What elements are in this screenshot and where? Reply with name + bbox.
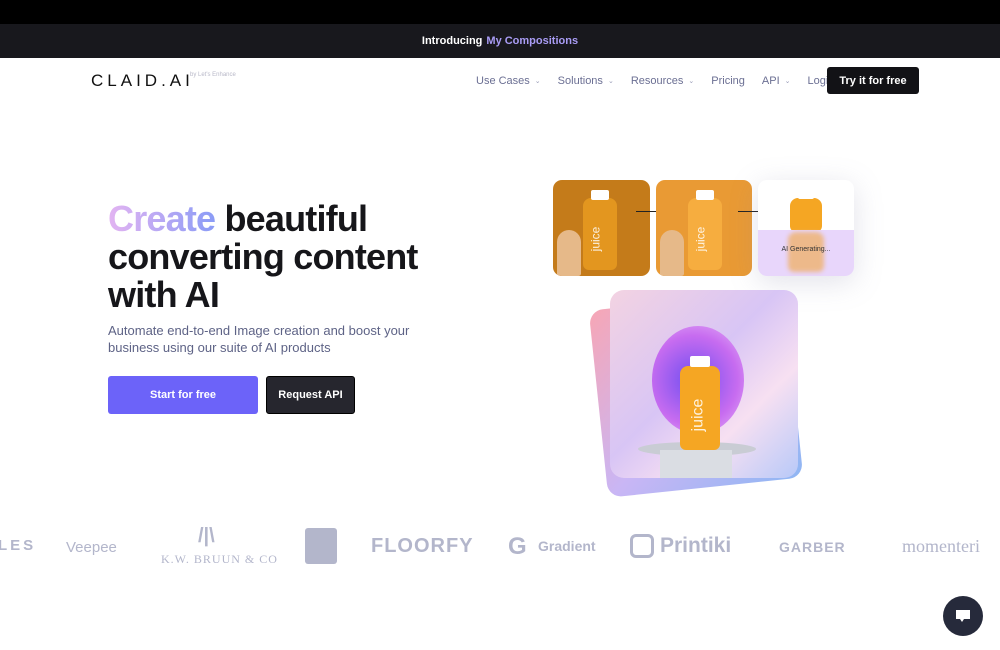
- logo-gradient: Gradient: [538, 538, 596, 554]
- nav-item-use-cases[interactable]: Use Cases ⌄: [476, 75, 541, 87]
- logo[interactable]: CLAID.AI: [91, 71, 194, 91]
- logo-subtitle: by Let's Enhance: [190, 72, 236, 78]
- bottle-cap: [696, 190, 714, 200]
- bottle-label: juice: [693, 226, 708, 252]
- nav-label: Pricing: [711, 75, 745, 87]
- original-photo-card: juice: [553, 180, 650, 276]
- headline-highlight: Create: [108, 198, 216, 239]
- announcement-link[interactable]: My Compositions: [486, 35, 578, 47]
- logo-printiki: Printiki: [660, 534, 732, 557]
- hero-headline: Create beautiful converting content with…: [108, 200, 468, 314]
- logo-garber: GARBER: [779, 539, 846, 555]
- bottle-cap: [798, 190, 814, 199]
- hero-subtitle: Automate end-to-end Image creation and b…: [108, 323, 410, 355]
- enhanced-photo-card: juice: [656, 180, 752, 276]
- bottle-label: juice: [588, 226, 603, 252]
- logo-floorfy: FLOORFY: [371, 535, 474, 557]
- headline-part-3: with AI: [108, 274, 220, 315]
- bottle-cap: [690, 356, 710, 367]
- chat-button[interactable]: [943, 596, 983, 636]
- nav-label: Use Cases: [476, 75, 530, 87]
- browser-top-bar: [0, 0, 1000, 24]
- ai-generating-label: AI Generating...: [781, 246, 831, 253]
- logo-ferienhaus: [305, 528, 337, 564]
- nav-menu: Use Cases ⌄ Solutions ⌄ Resources ⌄ Pricing…: [476, 58, 851, 104]
- ai-generating-card: AI Generating...: [758, 180, 854, 276]
- hand-image: [660, 230, 684, 276]
- nav-item-pricing[interactable]: Pricing: [711, 75, 745, 87]
- bottle-cap: [591, 190, 609, 200]
- chat-bubble-icon: [956, 610, 970, 622]
- bottle-label: juice: [689, 398, 707, 432]
- chevron-down-icon: ⌄: [607, 78, 614, 85]
- logo-kwbruun-mark: /|\: [198, 525, 215, 547]
- chevron-down-icon: ⌄: [688, 78, 695, 85]
- logo-kwbruun: K.W. BRUUN & CO: [161, 552, 278, 566]
- nav-label: API: [761, 75, 780, 87]
- announcement-bar[interactable]: Introducing My Compositions: [0, 24, 1000, 58]
- start-free-button[interactable]: Start for free: [108, 376, 258, 414]
- hand-image: [557, 230, 581, 276]
- headline-part-1: beautiful: [215, 198, 368, 239]
- result-card: juice: [610, 290, 798, 478]
- navbar: CLAID.AI by Let's Enhance Use Cases ⌄ Sol…: [0, 58, 1000, 104]
- try-free-button[interactable]: Try it for free: [827, 67, 919, 94]
- nav-label: Solutions: [557, 75, 603, 87]
- announcement-prefix: Introducing: [421, 35, 483, 47]
- pedestal-base: [660, 450, 732, 478]
- chevron-down-icon: ⌄: [534, 78, 541, 85]
- nav-item-api[interactable]: API ⌄: [762, 75, 791, 87]
- nav-label: Resources: [630, 75, 684, 87]
- logo-momenteri: momenteri: [902, 536, 980, 556]
- bottle-image: [790, 198, 822, 232]
- request-api-button[interactable]: Request API: [266, 376, 355, 414]
- printiki-camera-icon: [630, 534, 654, 558]
- nav-item-resources[interactable]: Resources ⌄: [631, 75, 694, 87]
- logo-les: LES: [0, 537, 37, 554]
- headline-part-2: converting content: [108, 236, 418, 277]
- logo-veepee: Veepee: [66, 539, 117, 556]
- customer-logos: LES Veepee /|\ K.W. BRUUN & CO FLOORFY G…: [0, 525, 1000, 570]
- chevron-down-icon: ⌄: [784, 78, 791, 85]
- nav-item-solutions[interactable]: Solutions ⌄: [558, 75, 614, 87]
- gradient-g-icon: G: [508, 533, 527, 560]
